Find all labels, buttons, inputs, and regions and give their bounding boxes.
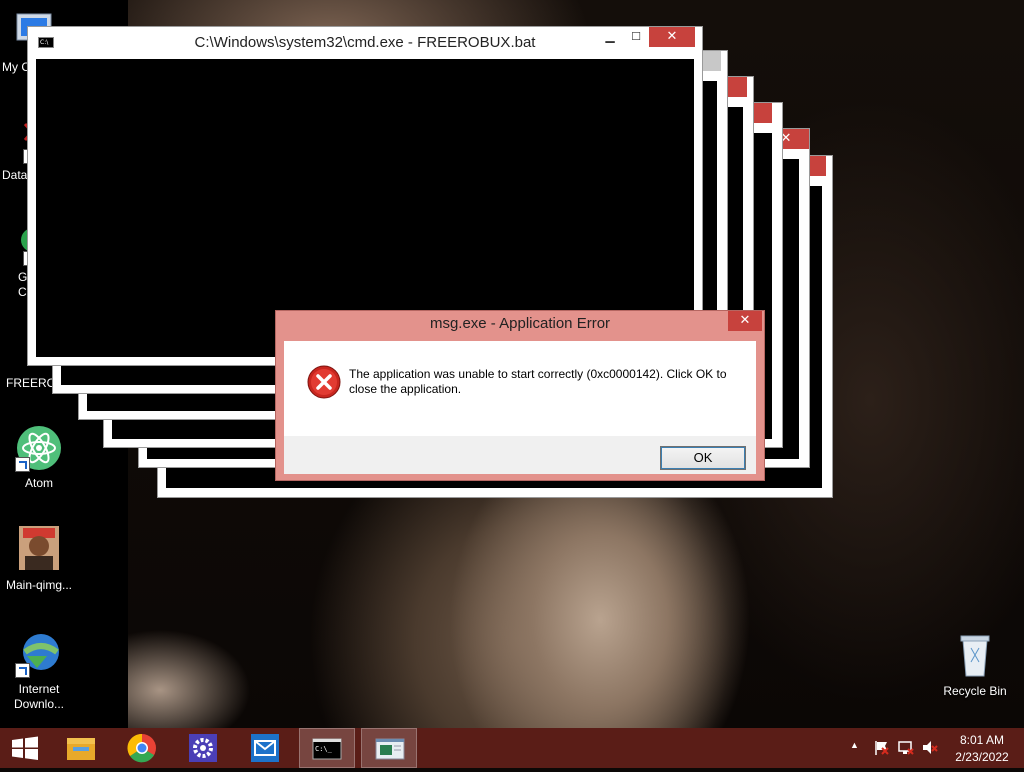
network-icon[interactable]	[897, 739, 915, 760]
windows-logo-icon	[12, 736, 38, 760]
flag-icon[interactable]	[873, 739, 891, 760]
gear-icon	[189, 734, 217, 762]
dialog-body: The application was unable to start corr…	[284, 341, 756, 436]
close-button[interactable]: ✕	[728, 311, 762, 331]
desktop-icon-label: Main-qimg...	[5, 578, 73, 592]
close-button[interactable]: ✕	[649, 27, 695, 47]
image-thumbnail-icon	[15, 526, 63, 574]
mail-icon	[251, 734, 279, 762]
atom-icon	[15, 424, 63, 472]
desktop-icon-atom[interactable]: Atom	[0, 424, 78, 491]
minimize-button[interactable]: ▁	[598, 27, 622, 47]
volume-muted-icon[interactable]	[921, 739, 939, 760]
taskbar-chrome[interactable]	[114, 728, 170, 768]
recycle-bin-icon	[951, 632, 999, 680]
desktop-icon-label: Internet Downlo...	[13, 682, 65, 711]
ok-button[interactable]: OK	[660, 446, 746, 470]
tray-overflow-chevron-icon[interactable]: ▲	[850, 740, 859, 750]
chrome-icon	[127, 733, 156, 763]
dialog-footer: OK	[284, 436, 756, 474]
clock-date[interactable]: 2/23/2022	[950, 750, 1014, 764]
shortcut-arrow-icon	[15, 457, 30, 472]
svg-text:C:\_: C:\_	[315, 745, 333, 753]
error-message: The application was unable to start corr…	[349, 367, 727, 396]
clock-time[interactable]: 8:01 AM	[950, 733, 1014, 747]
desktop-icon-internet-download[interactable]: Internet Downlo...	[0, 630, 78, 712]
desktop-icon-main-qimg[interactable]: Main-qimg...	[0, 526, 78, 593]
desktop-icon-recycle-bin[interactable]: Recycle Bin	[936, 632, 1014, 699]
maximize-button[interactable]: ☐	[624, 27, 648, 47]
taskbar-cmd[interactable]: C:\_	[299, 728, 355, 768]
desktop-icon-label: Atom	[24, 476, 53, 490]
dialog-title: msg.exe - Application Error	[429, 315, 611, 332]
desktop-icon-label: Recycle Bin	[943, 684, 1007, 698]
taskbar-msg[interactable]	[361, 728, 417, 768]
console-icon: C:\_	[312, 738, 342, 760]
error-dialog[interactable]: msg.exe - Application Error ✕ The applic…	[275, 310, 765, 481]
error-icon	[307, 365, 341, 402]
globe-download-icon	[15, 630, 63, 678]
taskbar-mail[interactable]	[237, 728, 293, 768]
shortcut-arrow-icon	[15, 663, 30, 678]
taskbar: C:\_ ▲ 8:01 AM 2/23/2022	[0, 728, 1024, 768]
start-button[interactable]	[0, 728, 50, 768]
taskbar-settings[interactable]	[175, 728, 231, 768]
taskbar-file-explorer[interactable]	[53, 728, 109, 768]
folder-icon	[67, 738, 95, 760]
window-icon	[375, 738, 405, 760]
